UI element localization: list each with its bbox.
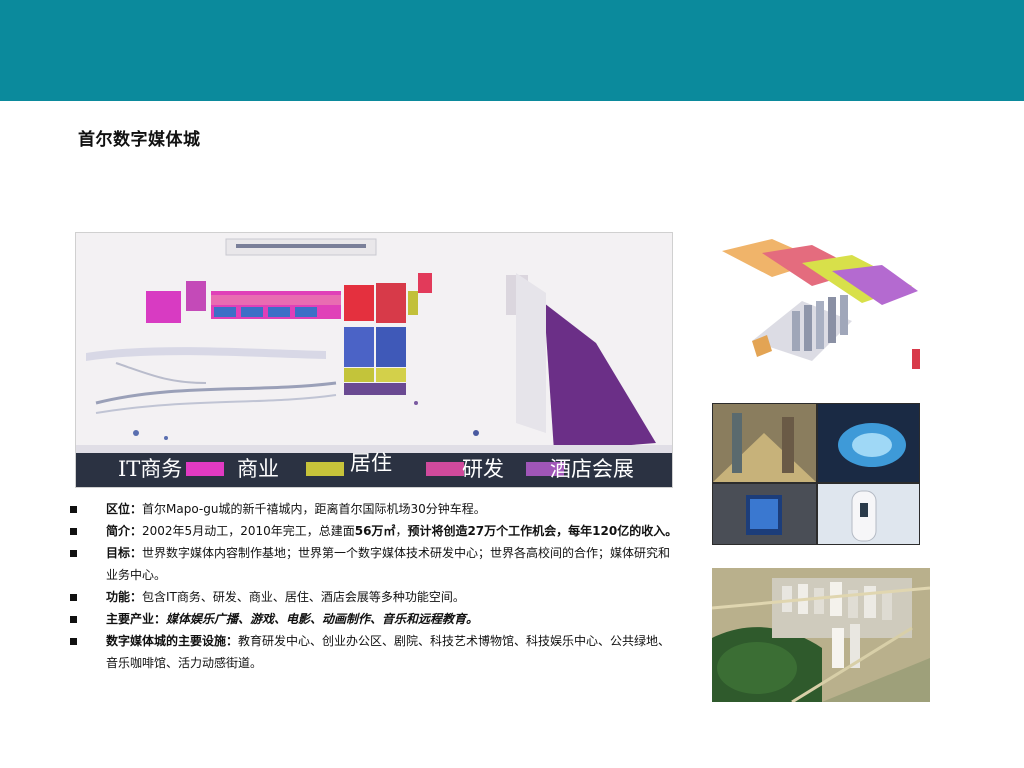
site-plan-image: IT商务 商业 居住 研发 酒店会展 xyxy=(75,232,673,488)
bullet-key: 功能： xyxy=(106,590,143,604)
legend-label-commercial: 商业 xyxy=(237,457,279,481)
zone-legend: IT商务 商业 居住 研发 酒店会展 xyxy=(76,451,672,487)
axonometric-rendering-image xyxy=(712,231,920,374)
bullet-square-icon xyxy=(70,550,77,557)
bullet-square-icon xyxy=(70,616,77,623)
bullet-key: 简介： xyxy=(106,524,143,538)
legend-swatch-it-business xyxy=(186,462,224,476)
bullet-key: 主要产业： xyxy=(106,612,167,626)
legend-label-residential: 居住 xyxy=(350,451,392,475)
aerial-city-image xyxy=(712,568,930,702)
legend-label-hotel-exhibition: 酒店会展 xyxy=(550,457,634,481)
bullet-text: 包含IT商务、研发、商业、居住、酒店会展等多种功能空间。 xyxy=(142,590,465,604)
bullet-square-icon xyxy=(70,506,77,513)
bullet-text: 媒体娱乐广播、游戏、电影、动画制作、音乐和远程教育。 xyxy=(166,612,479,626)
bullet-text: 首尔Mapo-gu城的新千禧城内，距离首尔国际机场30分钟车程。 xyxy=(142,502,486,516)
bullet-key: 目标： xyxy=(106,546,143,560)
list-item: 主要产业：媒体娱乐广播、游戏、电影、动画制作、音乐和远程教育。 xyxy=(68,608,678,630)
list-item: 数字媒体城的主要设施：教育研发中心、创业办公区、剧院、科技艺术博物馆、科技娱乐中… xyxy=(68,630,678,674)
legend-swatch-commercial xyxy=(306,462,344,476)
bullet-key: 数字媒体城的主要设施： xyxy=(106,634,239,648)
bullet-square-icon xyxy=(70,528,77,535)
legend-label-rnd: 研发 xyxy=(462,457,504,481)
page-title: 首尔数字媒体城 xyxy=(78,130,201,150)
bullet-key: 区位： xyxy=(106,502,143,516)
bullet-square-icon xyxy=(70,638,77,645)
header-band xyxy=(0,0,1024,101)
site-plan-drawing xyxy=(76,233,672,455)
bullet-square-icon xyxy=(70,594,77,601)
legend-label-it-business: IT商务 xyxy=(118,457,183,481)
list-item: 目标：世界数字媒体内容制作基地；世界第一个数字媒体技术研发中心；世界各高校间的合… xyxy=(68,542,678,586)
bullet-text: ， xyxy=(395,524,408,538)
bullet-bold-area: 56万㎡ xyxy=(354,524,396,538)
interior-collage-image xyxy=(712,403,920,545)
bullet-text: 世界数字媒体内容制作基地；世界第一个数字媒体技术研发中心；世界各高校间的合作；媒… xyxy=(106,546,671,582)
bullet-text: 2002年5月动工，2010年完工，总建面 xyxy=(142,524,355,538)
list-item: 简介：2002年5月动工，2010年完工，总建面56万㎡，预计将创造27万个工作… xyxy=(68,520,678,542)
info-bullet-list: 区位：首尔Mapo-gu城的新千禧城内，距离首尔国际机场30分钟车程。 简介：2… xyxy=(68,498,678,674)
bullet-bold-jobs: 预计将创造27万个工作机会，每年120亿的收入。 xyxy=(407,524,678,538)
list-item: 功能：包含IT商务、研发、商业、居住、酒店会展等多种功能空间。 xyxy=(68,586,678,608)
list-item: 区位：首尔Mapo-gu城的新千禧城内，距离首尔国际机场30分钟车程。 xyxy=(68,498,678,520)
